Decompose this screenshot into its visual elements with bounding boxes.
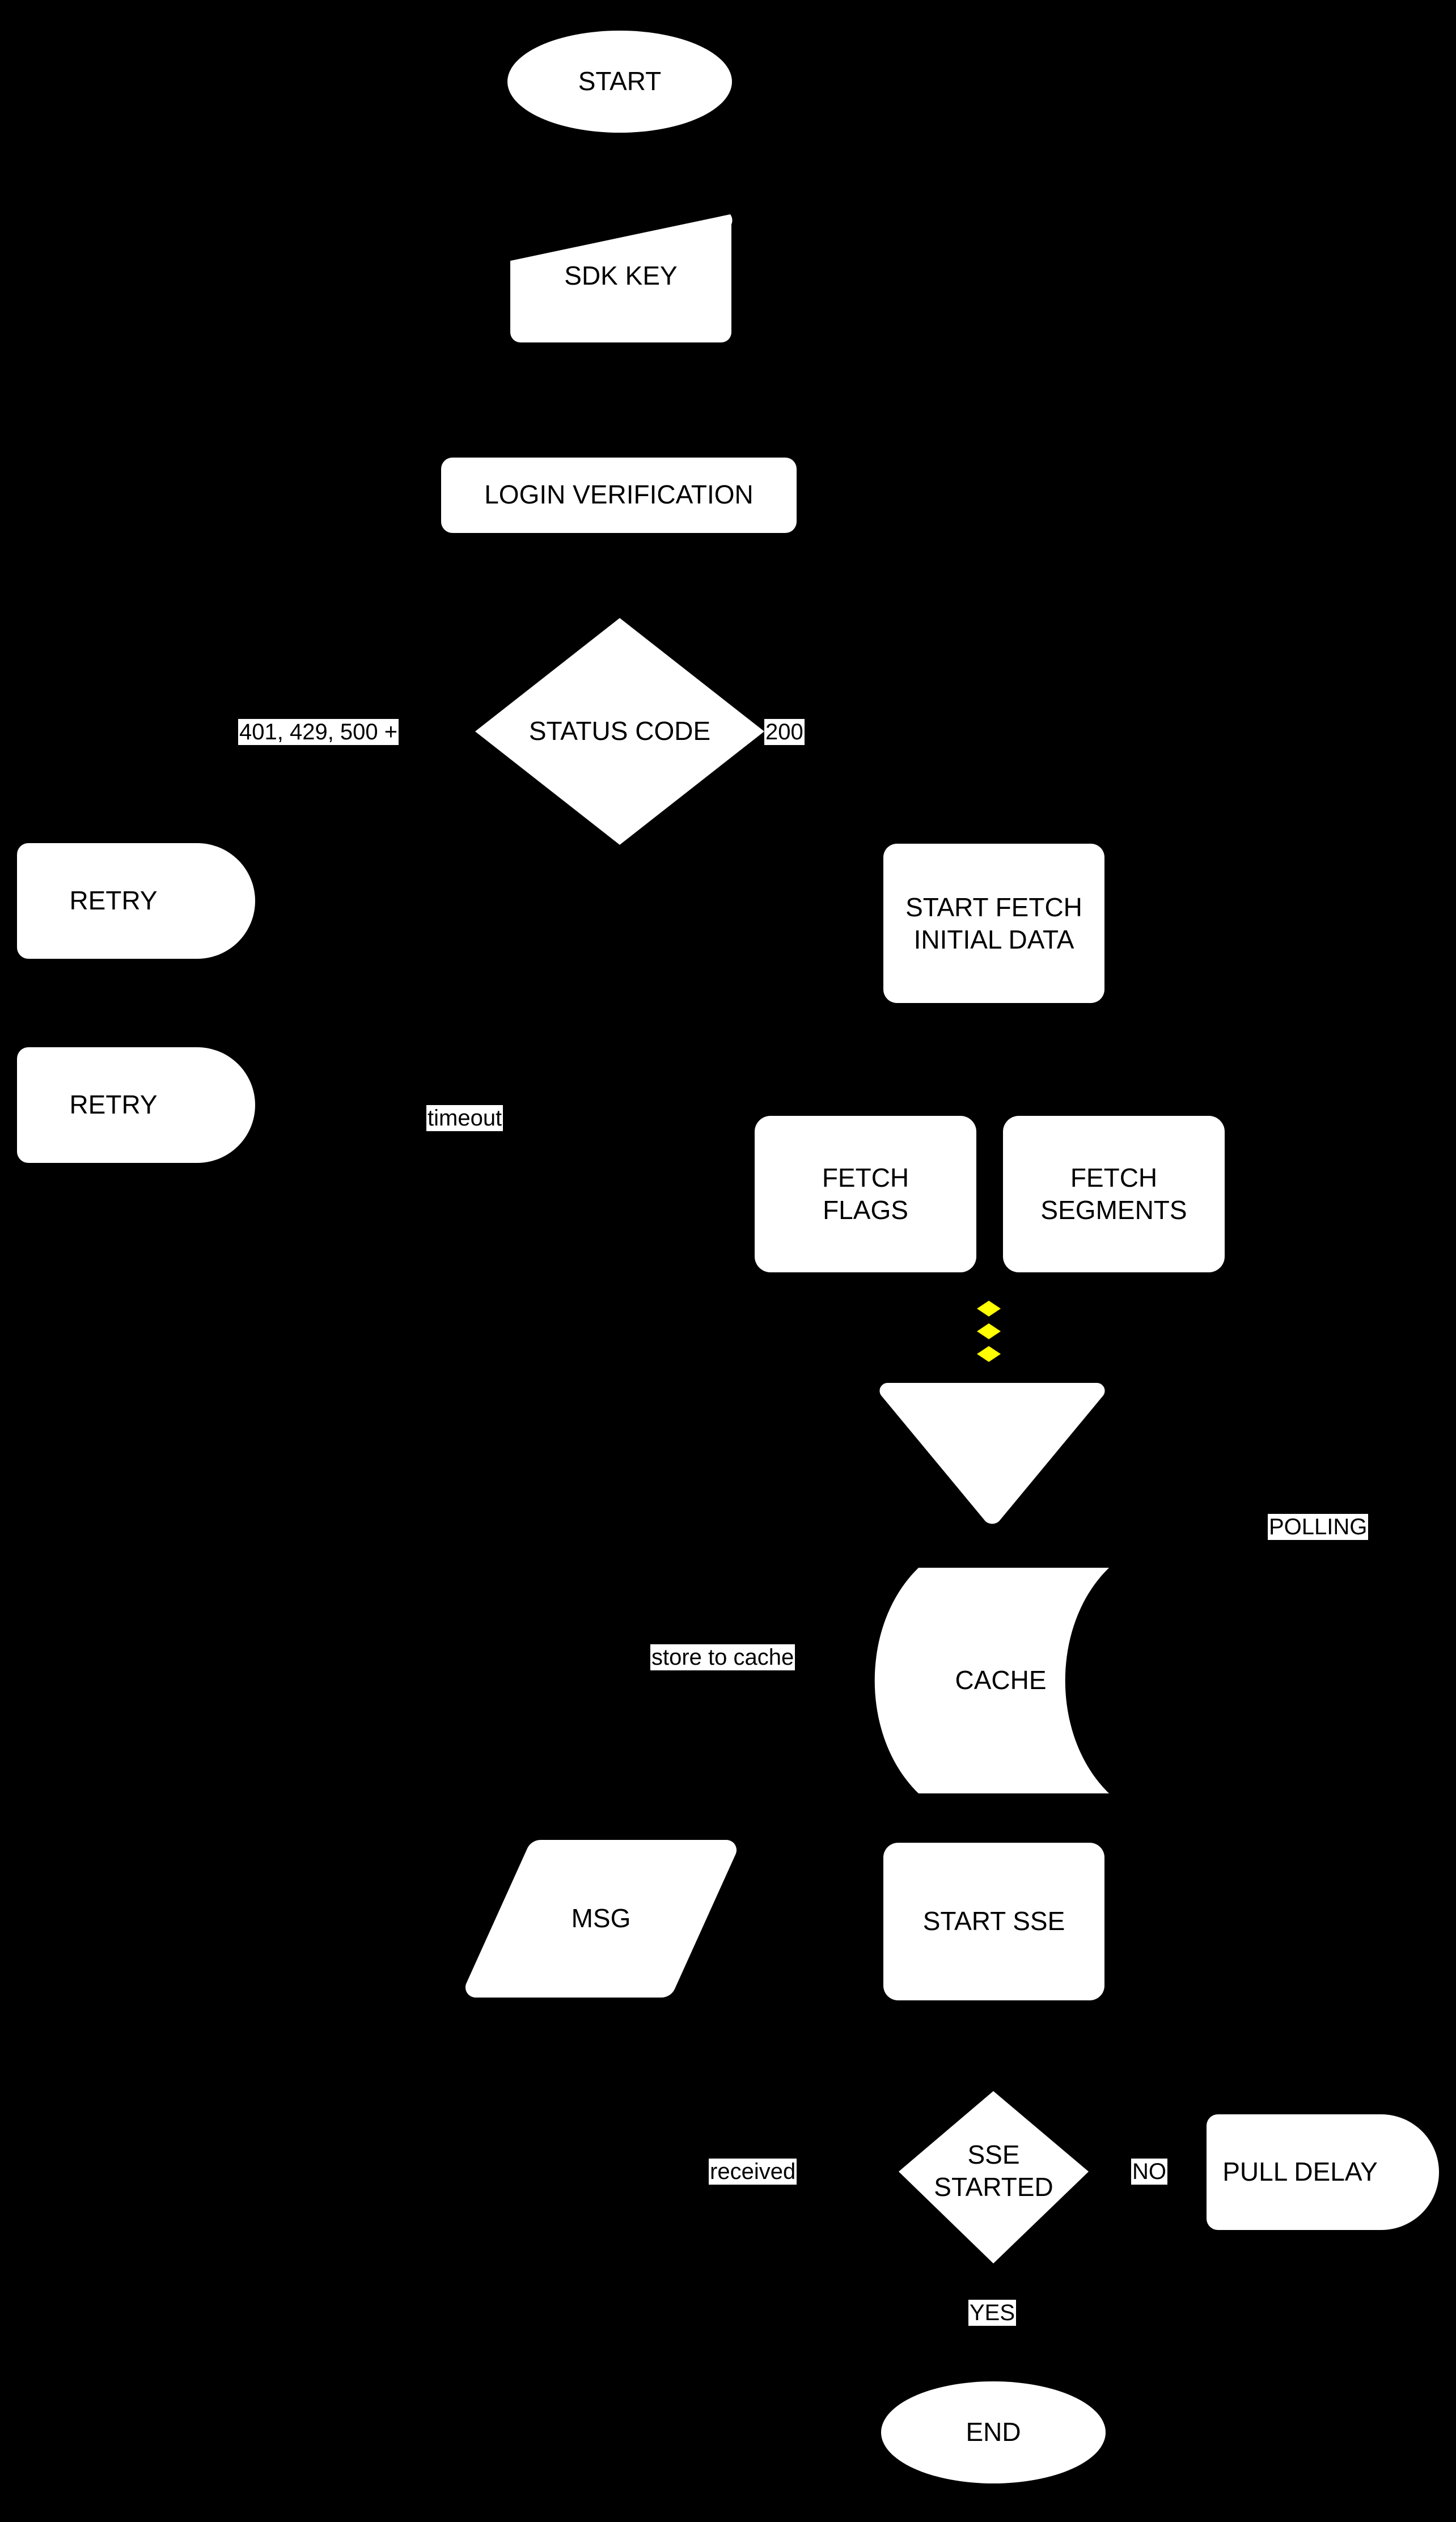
node-shape-start-fetch-initial-data[interactable] — [883, 844, 1104, 1003]
node-shape-cache[interactable] — [874, 1568, 1109, 1793]
ellipsis-diamond-3 — [977, 1346, 1001, 1362]
node-shape-retry-1[interactable] — [17, 843, 255, 959]
flowchart-shape-layer — [17, 31, 1439, 2483]
edge-label-error-codes: 401, 429, 500 + — [238, 719, 399, 745]
node-shape-end[interactable] — [881, 2381, 1106, 2483]
node-shape-msg[interactable] — [465, 1839, 737, 1998]
node-shape-login-verification[interactable] — [441, 458, 797, 533]
node-shape-fetch-flags[interactable] — [755, 1116, 976, 1272]
edge-label-received: received — [709, 2159, 797, 2185]
ellipsis-diamond-1 — [977, 1301, 1001, 1317]
node-shape-pull-delay[interactable] — [1207, 2114, 1439, 2230]
edge-label-store-to-cache: store to cache — [650, 1644, 795, 1670]
edge-label-yes: YES — [968, 2300, 1017, 2326]
node-shape-retry-2[interactable] — [17, 1047, 255, 1163]
node-shape-merge-triangle[interactable] — [879, 1382, 1105, 1524]
ellipsis-diamond-2 — [977, 1323, 1001, 1339]
edge-label-status-200: 200 — [764, 719, 805, 745]
node-shape-fetch-segments[interactable] — [1003, 1116, 1225, 1272]
node-shape-sse-started[interactable] — [899, 2091, 1089, 2263]
flowchart-canvas: START SDK KEY LOGIN VERIFICATION STATUS … — [0, 0, 1456, 2522]
edge-label-no: NO — [1131, 2159, 1167, 2185]
edge-label-polling: POLLING — [1268, 1514, 1369, 1540]
node-shape-start-sse[interactable] — [883, 1843, 1104, 2000]
node-shape-sdk-key[interactable] — [510, 214, 733, 342]
node-shape-status-code[interactable] — [475, 618, 764, 845]
node-shape-start[interactable] — [507, 31, 732, 133]
edge-label-timeout: timeout — [426, 1105, 503, 1131]
